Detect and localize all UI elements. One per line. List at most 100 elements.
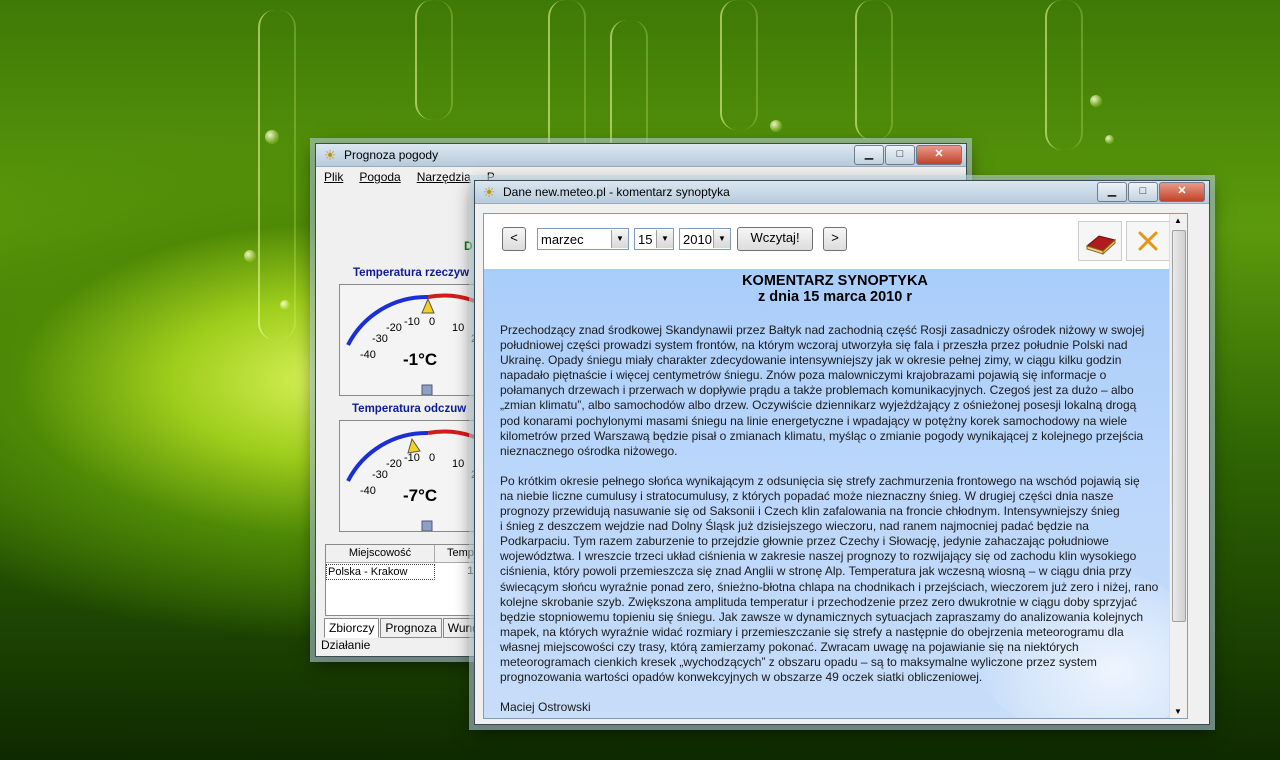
paragraph-line: województwa. I wreszcie trzeci układ ciś… — [500, 549, 1137, 564]
author-name: Maciej Ostrowski — [500, 700, 591, 715]
gauge2-title: Temperatura odczuw — [352, 403, 467, 415]
gauge2-thermometer-bulb — [421, 520, 433, 532]
gauge1-title: Temperatura rzeczyw — [353, 267, 470, 279]
paragraph-line: pod konarami pochylonymi masami śniegu n… — [500, 413, 1127, 428]
gauge1-tick: 10 — [452, 322, 464, 334]
month-value: marzec — [541, 231, 584, 247]
scroll-down-arrow-icon[interactable]: ▼ — [1174, 707, 1182, 716]
chevron-down-icon[interactable]: ▼ — [656, 230, 673, 248]
date-navigation: < marzec ▼ 15 ▼ 2010 ▼ Wczytaj! > — [502, 226, 847, 252]
sun-icon: ☀ — [323, 147, 337, 163]
gauge2-tick: 0 — [429, 452, 435, 464]
gauge2-tick: -30 — [372, 469, 388, 481]
bubble-decoration — [770, 120, 782, 132]
column-header-location[interactable]: Miejscowość — [326, 545, 435, 562]
main-window-title: Prognoza pogody — [344, 148, 439, 162]
close-button[interactable]: ✕ — [1159, 182, 1205, 202]
synoptic-dialog: ☀ Dane new.meteo.pl - komentarz synoptyk… — [474, 180, 1210, 725]
comment-content: KOMENTARZ SYNOPTYKA z dnia 15 marca 2010… — [484, 269, 1186, 718]
scrollbar-thumb[interactable] — [1172, 230, 1186, 622]
paragraph-line: Przechodzący znad środkowej Skandynawii … — [500, 323, 1145, 337]
scroll-up-arrow-icon[interactable]: ▲ — [1174, 216, 1182, 225]
status-bar: Działanie — [321, 638, 371, 652]
main-tabs: Zbiorczy Prognoza Wunde — [324, 618, 492, 638]
gauge1-tick: -20 — [386, 322, 402, 334]
gauge1-tick: -40 — [360, 349, 376, 361]
spiral-decoration — [1045, 0, 1083, 150]
chevron-down-icon[interactable]: ▼ — [611, 230, 628, 248]
spiral-decoration — [610, 20, 648, 160]
gauge2-tick: -40 — [360, 485, 376, 497]
gauge1-tick: -10 — [404, 316, 420, 328]
spiral-decoration — [720, 0, 758, 130]
spiral-decoration — [855, 0, 893, 140]
close-button[interactable]: ✕ — [916, 145, 962, 165]
next-day-button[interactable]: > — [823, 227, 847, 251]
paragraph-line: meteorogramach cienkich kresek „wychodzą… — [500, 654, 1097, 669]
row-location: Polska - Krakow — [326, 564, 435, 580]
paragraph-line: własnej miejscowości czy trasy, którą za… — [500, 639, 1079, 654]
maximize-button[interactable]: □ — [1128, 182, 1158, 202]
year-value: 2010 — [683, 231, 712, 247]
gauge1-tick: 0 — [429, 316, 435, 328]
bubble-decoration — [265, 130, 279, 144]
gauge1-thermometer-bulb — [421, 384, 433, 396]
paragraph-line: będzie stopniowemu topieniu się śniegu. … — [500, 609, 1144, 624]
paragraph-line: połamanych drzewach i przerwach w dopływ… — [500, 383, 1134, 398]
prev-day-button[interactable]: < — [502, 227, 526, 251]
gauge2-tick: -10 — [404, 452, 420, 464]
tab-zbiorczy[interactable]: Zbiorczy — [324, 618, 380, 638]
paragraph-line: na niebie liczne cumulusy i stratocumulu… — [500, 488, 1114, 503]
main-header-fragment: D — [464, 239, 473, 253]
menu-pogoda[interactable]: Pogoda — [359, 170, 400, 184]
book-icon[interactable] — [1078, 221, 1122, 261]
chevron-down-icon[interactable]: ▼ — [713, 230, 730, 248]
gauge1-tick: -30 — [372, 333, 388, 345]
day-select[interactable]: 15 ▼ — [634, 228, 674, 250]
dialog-titlebar[interactable]: ☀ Dane new.meteo.pl - komentarz synoptyk… — [475, 181, 1209, 204]
paragraph-line: kilometrów przed Warszawą będzie pisał o… — [500, 428, 1144, 443]
paragraph-line: mapek, na których wyraźnie widać rozmiar… — [500, 624, 1124, 639]
gauge1-pointer — [421, 297, 435, 314]
main-titlebar[interactable]: ☀ Prognoza pogody ▁ □ ✕ — [316, 144, 966, 167]
gauge2-tick: -20 — [386, 458, 402, 470]
menu-plik[interactable]: Plik — [324, 170, 343, 184]
paragraph-2: Po krótkim okresie pełnego słońca wynika… — [500, 474, 1170, 685]
document-area: < marzec ▼ 15 ▼ 2010 ▼ Wczytaj! > KOMENT… — [483, 213, 1188, 719]
day-value: 15 — [638, 231, 653, 247]
sun-icon: ☀ — [482, 184, 496, 200]
paragraph-line: Po krótkim okresie pełnego słońca wynika… — [500, 473, 1140, 488]
month-select[interactable]: marzec ▼ — [537, 228, 629, 250]
comment-heading: KOMENTARZ SYNOPTYKA — [742, 273, 928, 289]
minimize-button[interactable]: ▁ — [1097, 182, 1127, 202]
paragraph-line: prognozy przewidują nasuwanie się od Sak… — [500, 504, 1120, 519]
paragraph-line: nieznacznego ośrodka niżowego. — [500, 443, 678, 458]
comment-date-heading: z dnia 15 marca 2010 r — [758, 289, 912, 305]
table-row[interactable]: Polska - Krakow 1°C — [326, 564, 486, 580]
spiral-decoration — [415, 0, 453, 120]
spiral-decoration — [258, 10, 296, 340]
paragraph-line: południowej części prowadzi system front… — [500, 338, 1128, 353]
dialog-title: Dane new.meteo.pl - komentarz synoptyka — [503, 185, 730, 199]
paragraph-line: napadało piętnaście i więcej centymetrów… — [500, 368, 1107, 383]
bubble-decoration — [280, 300, 290, 310]
tab-prognoza[interactable]: Prognoza — [380, 618, 442, 638]
menu-narzedzia[interactable]: Narzędzia — [417, 170, 471, 184]
gauge1-value: -1°C — [403, 350, 437, 369]
paragraph-line: ciśnienia, który powoli przemieszcza się… — [500, 564, 1132, 579]
close-x-icon[interactable] — [1126, 221, 1170, 261]
gauge2-value: -7°C — [403, 486, 437, 505]
paragraph-line: „zmian klimatu”, albo samochodów albo dr… — [500, 398, 1137, 413]
load-button[interactable]: Wczytaj! — [737, 227, 813, 251]
maximize-button[interactable]: □ — [885, 145, 915, 165]
gauge2-tick: 10 — [452, 458, 464, 470]
year-select[interactable]: 2010 ▼ — [679, 228, 731, 250]
bubble-decoration — [244, 250, 256, 262]
vertical-scrollbar[interactable]: ▲ ▼ — [1169, 214, 1187, 718]
paragraph-line: i śnieg z deszczem wejdzie nad Dolny Ślą… — [500, 519, 1089, 534]
location-table: Miejscowość Temp Polska - Krakow 1°C — [325, 544, 487, 616]
spiral-decoration — [548, 0, 586, 160]
bubble-decoration — [1090, 95, 1102, 107]
paragraph-line: Ukrainę. Opady śniegu miały charakter zd… — [500, 353, 1122, 368]
minimize-button[interactable]: ▁ — [854, 145, 884, 165]
